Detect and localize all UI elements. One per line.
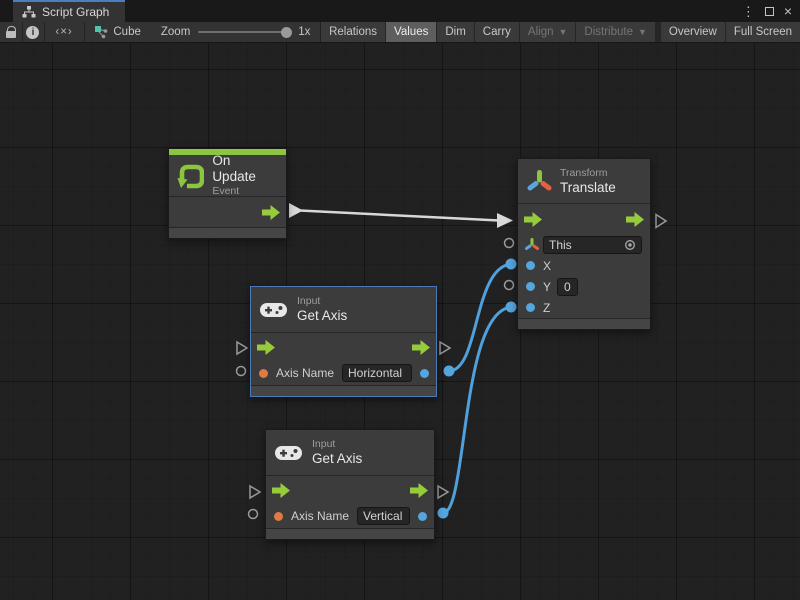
transform-mini-icon [524,237,539,252]
node-translate[interactable]: Transform Translate [517,158,651,330]
gamepad-icon [259,300,289,320]
axis-name-input-port[interactable] [259,369,268,378]
value-in-marker-getaxis-v[interactable] [249,510,258,519]
carry-button[interactable]: Carry [475,22,519,42]
flow-in-marker-getaxis-v[interactable] [250,486,260,498]
breadcrumb[interactable]: Cube [84,22,151,42]
tab-title: Script Graph [42,5,109,19]
node-subtitle: Input [297,295,347,308]
flow-out-port[interactable] [626,212,644,227]
x-port-label: X [543,259,551,273]
wire-endpoint-dot[interactable] [506,302,517,313]
wire-horizontal-to-x[interactable] [449,264,513,371]
dim-button[interactable]: Dim [437,22,473,42]
titlebar-spacer [125,0,741,22]
y-value-field[interactable]: 0 [557,278,578,296]
axis-name-label: Axis Name [276,366,334,380]
y-input-port[interactable] [526,282,535,291]
flow-in-port[interactable] [524,212,542,227]
zoom-slider[interactable] [198,31,290,33]
flow-out-port[interactable] [412,340,430,355]
node-footer [266,528,434,539]
wire-endpoint-dot[interactable] [438,508,449,519]
flow-in-port[interactable] [257,340,275,355]
object-picker-icon[interactable] [624,239,636,251]
flow-in-marker-getaxis-h[interactable] [237,342,247,354]
gamepad-icon [274,443,304,463]
zoom-slider-handle[interactable] [281,27,292,38]
value-in-marker-translate-this[interactable] [505,239,514,248]
transform-icon [526,168,552,194]
overview-button[interactable]: Overview [661,22,725,42]
relations-button[interactable]: Relations [321,22,385,42]
chevron-down-icon: ▼ [638,27,647,37]
axis-name-field[interactable]: Vertical [357,507,410,525]
window-menu-icon[interactable]: ⋮ [742,5,755,18]
result-output-port[interactable] [418,512,427,521]
lock-button[interactable] [0,22,22,42]
node-footer [169,227,286,238]
flow-out-marker-getaxis-v[interactable] [438,486,448,498]
value-in-marker-translate-y[interactable] [505,281,514,290]
values-button[interactable]: Values [386,22,436,42]
wire-endpoint-dot[interactable] [444,366,455,377]
result-output-port[interactable] [420,369,429,378]
lock-icon [6,31,16,38]
info-icon [26,26,39,39]
distribute-dropdown[interactable]: Distribute ▼ [576,22,655,42]
graph-toolbar: ‹×› Cube Zoom 1x Relations Values Dim [0,22,800,43]
node-footer [518,318,650,329]
x-input-port[interactable] [526,261,535,270]
node-title: Get Axis [297,308,347,324]
flow-wire-dest-arrow[interactable] [497,213,513,228]
wire-onupdate-to-translate[interactable] [300,211,499,221]
full-screen-button[interactable]: Full Screen [726,22,800,42]
node-title: On Update [212,153,276,185]
node-title: Translate [560,180,616,196]
node-subtitle: Event [212,185,276,198]
graph-canvas[interactable]: On Update Event [0,43,800,600]
flow-out-port[interactable] [262,205,280,220]
flow-out-port[interactable] [410,483,428,498]
node-title: Get Axis [312,451,362,467]
flow-out-marker-translate[interactable] [656,215,666,228]
z-port-label: Z [543,301,550,315]
breadcrumb-graph-name: Cube [113,26,141,38]
wire-vertical-to-z[interactable] [443,307,513,513]
script-graph-window: Script Graph ⋮ × ‹×› Cube [0,0,800,600]
node-footer [251,385,436,396]
maximize-icon[interactable] [765,7,774,16]
z-input-port[interactable] [526,303,535,312]
value-in-marker-getaxis-h[interactable] [237,367,246,376]
on-update-loop-icon [177,162,204,190]
tab-script-graph[interactable]: Script Graph [13,0,125,22]
flow-out-marker-getaxis-h[interactable] [440,342,450,354]
zoom-label: Zoom [161,26,190,38]
zoom-value: 1x [298,26,310,38]
graph-asset-icon [94,25,108,39]
graph-tab-icon [22,6,36,18]
node-subtitle: Input [312,438,362,451]
axis-name-field[interactable]: Horizontal [342,364,412,382]
axis-name-input-port[interactable] [274,512,283,521]
toolbar-buttons: Relations Values Dim Carry Align ▼ Distr… [321,22,800,42]
y-port-label: Y [543,280,551,294]
target-object-field[interactable]: This [543,236,642,254]
node-get-axis-horizontal[interactable]: Input Get Axis Axis Name Horizontal [250,286,437,397]
title-bar: Script Graph ⋮ × [0,0,800,22]
node-get-axis-vertical[interactable]: Input Get Axis Axis Name Vertical [265,429,435,540]
axis-name-label: Axis Name [291,509,349,523]
inspect-button[interactable] [22,22,44,42]
chevron-down-icon: ▼ [559,27,568,37]
flow-in-port[interactable] [272,483,290,498]
node-subtitle: Transform [560,167,616,180]
wire-endpoint-dot[interactable] [506,259,517,270]
node-on-update[interactable]: On Update Event [168,148,287,239]
value-preview-toggle[interactable]: ‹×› [44,22,83,42]
close-icon[interactable]: × [784,4,792,18]
align-dropdown[interactable]: Align ▼ [520,22,576,42]
